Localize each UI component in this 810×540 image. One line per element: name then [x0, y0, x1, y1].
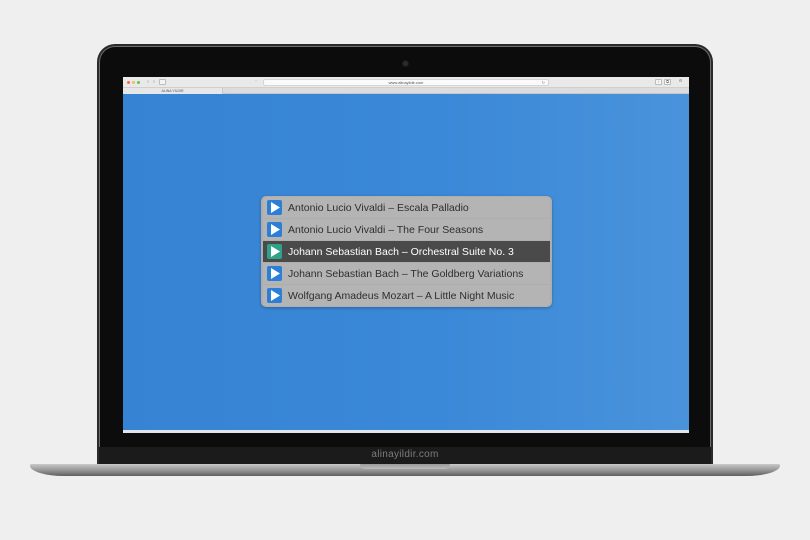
track-item[interactable]: Wolfgang Amadeus Mozart – A Little Night… — [263, 285, 550, 306]
share-icon[interactable]: ↑ — [655, 79, 662, 85]
track-title: Antonio Lucio Vivaldi – The Four Seasons — [288, 223, 484, 236]
track-item[interactable]: Johann Sebastian Bach – The Goldberg Var… — [263, 263, 550, 284]
address-bar[interactable]: www.alinayildir.com ↻ — [263, 79, 549, 86]
brand-text: alinayildir.com — [371, 449, 439, 460]
playlist: Antonio Lucio Vivaldi – Escala Palladio A… — [261, 196, 552, 307]
track-title: Johann Sebastian Bach – Orchestral Suite… — [288, 245, 514, 258]
track-item-active[interactable]: Johann Sebastian Bach – Orchestral Suite… — [263, 241, 550, 262]
track-item[interactable]: Antonio Lucio Vivaldi – Escala Palladio — [263, 197, 550, 218]
play-icon[interactable] — [267, 222, 282, 237]
reload-icon[interactable]: ↻ — [542, 80, 545, 85]
camera — [403, 61, 408, 66]
track-item[interactable]: Antonio Lucio Vivaldi – The Four Seasons — [263, 219, 550, 240]
play-icon[interactable] — [267, 266, 282, 281]
forward-button[interactable]: › — [151, 79, 157, 85]
settings-icon[interactable]: ⚙ — [677, 79, 684, 85]
tabs-icon[interactable]: ⧉ — [664, 79, 671, 85]
play-icon[interactable] — [267, 288, 282, 303]
close-dot-icon[interactable] — [127, 81, 130, 84]
track-title: Johann Sebastian Bach – The Goldberg Var… — [288, 267, 524, 280]
track-title: Antonio Lucio Vivaldi – Escala Palladio — [288, 201, 469, 214]
track-title: Wolfgang Amadeus Mozart – A Little Night… — [288, 289, 515, 302]
browser-toolbar: ‹ › ◦ www.alinayildir.com ↻ ↑ ⧉ ⚙ — [123, 77, 689, 88]
url-text: www.alinayildir.com — [388, 80, 424, 85]
lid-opening-notch — [360, 464, 450, 469]
play-icon[interactable] — [267, 200, 282, 215]
bottom-strip — [123, 430, 689, 433]
sidebar-icon[interactable] — [159, 79, 166, 85]
minimize-dot-icon[interactable] — [132, 81, 135, 84]
maximize-dot-icon[interactable] — [137, 81, 140, 84]
shield-icon[interactable]: ◦ — [253, 79, 259, 85]
play-icon[interactable] — [267, 244, 282, 259]
